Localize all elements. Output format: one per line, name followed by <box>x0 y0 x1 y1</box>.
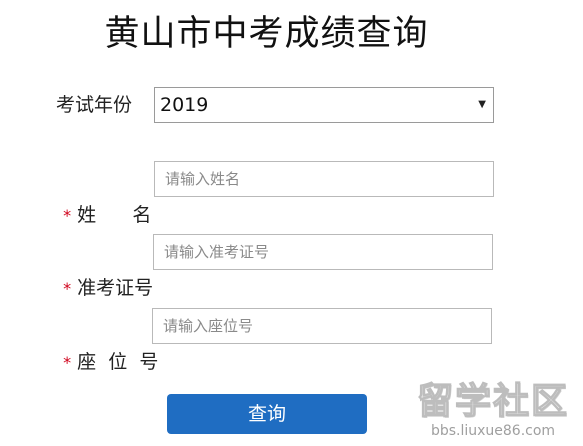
seat-label-row: * 座 位 号 <box>39 308 158 373</box>
name-label-row: * 姓 名 <box>39 161 151 226</box>
required-mark: * <box>63 353 72 372</box>
name-label: 姓 名 <box>77 204 152 226</box>
seat-label: 座 位 号 <box>77 351 159 373</box>
watermark-url: bbs.liuxue86.com <box>430 423 556 439</box>
required-mark: * <box>63 206 72 225</box>
query-button[interactable]: 查询 <box>167 394 367 434</box>
query-page: 黄山市中考成绩查询 考试年份 2019 ▼ *姓 名 *准考证号 *座 位 号 … <box>0 0 583 446</box>
name-input[interactable] <box>154 161 494 197</box>
year-select-value: 2019 <box>160 94 209 116</box>
ticket-label-row: * 准考证号 <box>39 234 153 299</box>
year-label: 考试年份 <box>56 94 133 116</box>
chevron-down-icon: ▼ <box>478 99 486 110</box>
watermark: 留学社区 bbs.liuxue86.com <box>409 381 577 442</box>
page-title: 黄山市中考成绩查询 <box>104 14 429 54</box>
year-select[interactable]: 2019 ▼ <box>154 87 494 123</box>
watermark-logo: 留学社区 <box>416 381 569 422</box>
required-mark: * <box>63 279 72 298</box>
seat-number-input[interactable] <box>152 308 492 344</box>
ticket-label: 准考证号 <box>77 277 154 299</box>
ticket-number-input[interactable] <box>153 234 493 270</box>
